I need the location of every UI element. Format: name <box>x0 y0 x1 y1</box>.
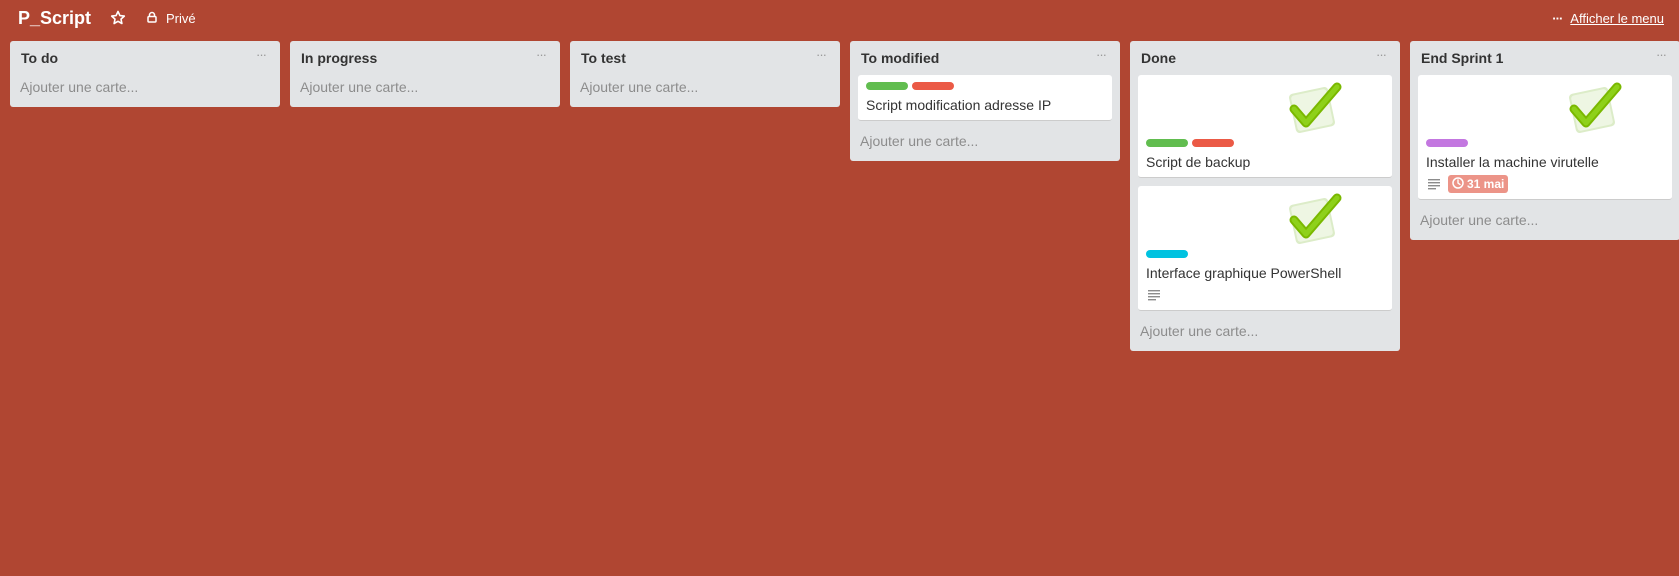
list-menu-icon[interactable]: ··· <box>812 47 830 62</box>
checkmark-sticker-icon <box>1283 188 1345 250</box>
list-title[interactable]: To modified <box>861 49 939 67</box>
checkmark-sticker-icon <box>1563 77 1625 139</box>
list-menu-icon[interactable]: ··· <box>532 47 550 62</box>
card-labels <box>866 82 1104 90</box>
list-to-do: To do ··· Ajouter une carte... <box>10 41 280 107</box>
clock-icon <box>1452 176 1464 192</box>
add-card-button[interactable]: Ajouter une carte... <box>18 75 272 99</box>
add-card-button[interactable]: Ajouter une carte... <box>298 75 552 99</box>
add-card-button[interactable]: Ajouter une carte... <box>578 75 832 99</box>
card-title: Installer la machine virutelle <box>1426 154 1599 170</box>
list-end-sprint-1: End Sprint 1 ··· Installer la machine vi… <box>1410 41 1679 240</box>
label-red <box>1192 139 1234 147</box>
list-header: In progress ··· <box>298 41 552 75</box>
list-header: To do ··· <box>18 41 272 75</box>
card[interactable]: Installer la machine virutelle 31 mai <box>1418 75 1672 200</box>
list-done: Done ··· Script de backup Interface grap… <box>1130 41 1400 351</box>
card-title: Script modification adresse IP <box>866 97 1052 113</box>
show-menu-label: Afficher le menu <box>1570 10 1664 26</box>
list-menu-icon[interactable]: ··· <box>1372 47 1390 62</box>
board-title[interactable]: P_Script <box>18 7 91 29</box>
board-header: P_Script Privé ··· Afficher le menu <box>0 0 1679 38</box>
checkmark-sticker-icon <box>1283 77 1345 139</box>
list-header: To test ··· <box>578 41 832 75</box>
add-card-button[interactable]: Ajouter une carte... <box>1418 208 1672 232</box>
add-card-button[interactable]: Ajouter une carte... <box>858 129 1112 153</box>
list-in-progress: In progress ··· Ajouter une carte... <box>290 41 560 107</box>
list-title[interactable]: To test <box>581 49 626 67</box>
card-labels <box>1146 250 1384 258</box>
label-green <box>1146 139 1188 147</box>
list-title[interactable]: End Sprint 1 <box>1421 49 1503 67</box>
more-dots-icon: ··· <box>1552 10 1563 26</box>
card[interactable]: Interface graphique PowerShell <box>1138 186 1392 311</box>
card-badges: 31 mai <box>1426 175 1664 193</box>
due-date-label: 31 mai <box>1467 177 1505 191</box>
card-labels <box>1146 139 1384 147</box>
card[interactable]: Script modification adresse IP <box>858 75 1112 121</box>
list-to-modified: To modified ··· Script modification adre… <box>850 41 1120 161</box>
lock-icon <box>146 11 158 26</box>
list-menu-icon[interactable]: ··· <box>1092 47 1110 62</box>
card-labels <box>1426 139 1664 147</box>
due-date-badge[interactable]: 31 mai <box>1448 175 1509 193</box>
list-header: End Sprint 1 ··· <box>1418 41 1672 75</box>
show-menu-button[interactable]: ··· Afficher le menu <box>1552 9 1664 27</box>
list-to-test: To test ··· Ajouter une carte... <box>570 41 840 107</box>
label-red <box>912 82 954 90</box>
star-icon[interactable] <box>110 10 126 26</box>
add-card-button[interactable]: Ajouter une carte... <box>1138 319 1392 343</box>
list-header: To modified ··· <box>858 41 1112 75</box>
label-sky <box>1146 250 1188 258</box>
card-title: Script de backup <box>1146 154 1251 170</box>
label-green <box>866 82 908 90</box>
card-badges <box>1146 286 1384 304</box>
privacy-button[interactable]: Privé <box>146 9 196 27</box>
list-header: Done ··· <box>1138 41 1392 75</box>
list-menu-icon[interactable]: ··· <box>1652 47 1670 62</box>
privacy-label: Privé <box>166 10 196 26</box>
list-title[interactable]: In progress <box>301 49 377 67</box>
card-title: Interface graphique PowerShell <box>1146 265 1342 281</box>
list-title[interactable]: Done <box>1141 49 1176 67</box>
list-menu-icon[interactable]: ··· <box>252 47 270 62</box>
description-icon <box>1146 287 1162 303</box>
label-purple <box>1426 139 1468 147</box>
list-title[interactable]: To do <box>21 49 58 67</box>
card[interactable]: Script de backup <box>1138 75 1392 178</box>
description-icon <box>1426 176 1442 192</box>
